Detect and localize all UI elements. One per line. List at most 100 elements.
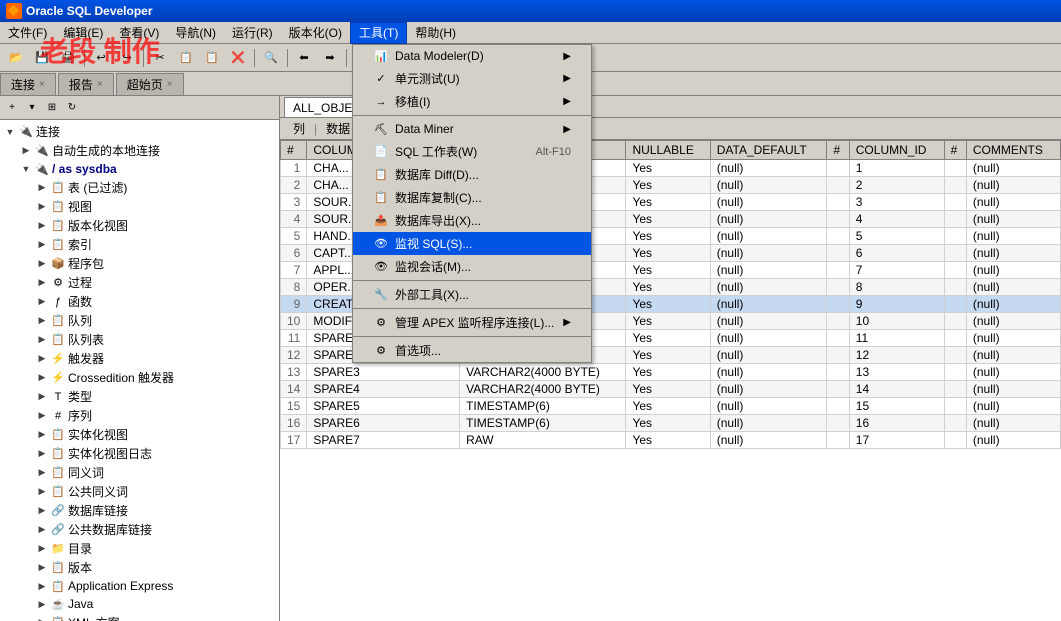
tree-views[interactable]: ▶ 📋 视图 [34, 197, 277, 216]
tree-pub-synonyms[interactable]: ▶ 📋 公共同义词 [34, 482, 277, 501]
table-row[interactable]: 16 SPARE6 TIMESTAMP(6) Yes (null) 16 (nu… [281, 415, 1061, 432]
tree-cross-triggers[interactable]: ▶ ⚡ Crossedition 触发器 [34, 368, 277, 387]
sub-tab-columns[interactable]: 列 [284, 119, 314, 139]
tab-close-connections[interactable]: × [39, 79, 45, 90]
toolbar-paste[interactable]: 📋 [200, 47, 224, 69]
menu-migration[interactable]: → 移植(I) ▶ [353, 90, 591, 113]
tree-mat-view-logs[interactable]: ▶ 📋 实体化视图日志 [34, 444, 277, 463]
menu-run[interactable]: 运行(R) [224, 22, 281, 44]
tree-sequences[interactable]: ▶ # 序列 [34, 406, 277, 425]
toolbar-cut[interactable]: ✂ [148, 47, 172, 69]
toolbar-new[interactable]: 📂 [4, 47, 28, 69]
tree-connections-root[interactable]: ▼ 🔌 连接 [2, 122, 277, 141]
table-row[interactable]: 13 SPARE3 VARCHAR2(4000 BYTE) Yes (null)… [281, 364, 1061, 381]
tree-versions[interactable]: ▶ 📋 版本 [34, 558, 277, 577]
menu-nav[interactable]: 导航(N) [167, 22, 224, 44]
sidebar-dropdown-btn[interactable]: ▾ [22, 99, 42, 117]
menu-external-tools[interactable]: 🔧 外部工具(X)... [353, 283, 591, 306]
tab-reports[interactable]: 报告 × [58, 73, 114, 95]
tree-queues[interactable]: ▶ 📋 队列 [34, 311, 277, 330]
data-modeler-icon: 📊 [373, 48, 389, 64]
menu-preferences[interactable]: ⚙ 首选项... [353, 339, 591, 362]
menu-sep-1 [353, 115, 591, 116]
tree-version-views[interactable]: ▶ 📋 版本化视图 [34, 216, 277, 235]
col-header-default[interactable]: DATA_DEFAULT [710, 141, 827, 160]
menu-monitor-sql[interactable]: 👁 监视 SQL(S)... [353, 232, 591, 255]
col-header-sort-icon: # [827, 141, 849, 160]
tree-triggers[interactable]: ▶ ⚡ 触发器 [34, 349, 277, 368]
toolbar-forward[interactable]: ➡ [318, 47, 342, 69]
external-tools-icon: 🔧 [373, 287, 389, 303]
tree-auto-conn[interactable]: ▶ 🔌 自动生成的本地连接 [18, 141, 277, 160]
table-row[interactable]: 17 SPARE7 RAW Yes (null) 17 (null) [281, 432, 1061, 449]
toolbar-sep-5 [346, 49, 347, 67]
tree-directories[interactable]: ▶ 📁 目录 [34, 539, 277, 558]
menu-version[interactable]: 版本化(O) [281, 22, 350, 44]
unit-test-icon: ✓ [373, 71, 389, 87]
tree-indexes[interactable]: ▶ 📋 索引 [34, 235, 277, 254]
menu-monitor-sessions[interactable]: 👁 监视会话(M)... [353, 255, 591, 278]
toolbar-copy[interactable]: 📋 [174, 47, 198, 69]
tree-java[interactable]: ▶ ☕ Java [34, 595, 277, 613]
menu-view[interactable]: 查看(V) [111, 22, 167, 44]
db-export-icon: 📤 [373, 213, 389, 229]
toolbar-redo[interactable]: ↪ [115, 47, 139, 69]
menu-unit-test[interactable]: ✓ 单元测试(U) ▶ [353, 67, 591, 90]
toolbar-sep-2 [143, 49, 144, 67]
menu-sep-3 [353, 308, 591, 309]
tab-connections[interactable]: 连接 × [0, 73, 56, 95]
tools-menu: 📊 Data Modeler(D) ▶ ✓ 单元测试(U) ▶ → 移植(I) … [352, 44, 592, 363]
tree-apex[interactable]: ▶ 📋 Application Express [34, 577, 277, 595]
col-header-num: # [281, 141, 307, 160]
table-row[interactable]: 14 SPARE4 VARCHAR2(4000 BYTE) Yes (null)… [281, 381, 1061, 398]
col-header-nullable[interactable]: NULLABLE [626, 141, 710, 160]
menu-db-diff[interactable]: 📋 数据库 Diff(D)... [353, 163, 591, 186]
menu-data-miner[interactable]: ⛏ Data Miner ▶ [353, 118, 591, 140]
tab-start[interactable]: 超始页 × [116, 73, 184, 95]
tree-tables[interactable]: ▶ 📋 表 (已过滤) [34, 178, 277, 197]
tree-sysdba-conn[interactable]: ▼ 🔌 / as sysdba [18, 160, 277, 178]
sql-worksheet-icon: 📄 [373, 144, 389, 160]
toolbar-print[interactable]: 🖨 [56, 47, 80, 69]
menu-db-export[interactable]: 📤 数据库导出(X)... [353, 209, 591, 232]
toolbar-find[interactable]: 🔍 [259, 47, 283, 69]
menu-tools[interactable]: 工具(T) [350, 22, 407, 44]
toolbar-back[interactable]: ⬅ [292, 47, 316, 69]
menu-sep-4 [353, 336, 591, 337]
tree-pub-db-links[interactable]: ▶ 🔗 公共数据库链接 [34, 520, 277, 539]
tab-close-start[interactable]: × [167, 79, 173, 90]
menu-apex-admin[interactable]: ⚙ 管理 APEX 监听程序连接(L)... ▶ [353, 311, 591, 334]
tab-close-reports[interactable]: × [97, 79, 103, 90]
apex-admin-icon: ⚙ [373, 315, 389, 331]
tree-functions[interactable]: ▶ ƒ 函数 [34, 292, 277, 311]
toolbar-save[interactable]: 💾 [30, 47, 54, 69]
data-miner-icon: ⛏ [373, 121, 389, 137]
col-header-comments[interactable]: COMMENTS [966, 141, 1060, 160]
toolbar-undo[interactable]: ↩ [89, 47, 113, 69]
menu-edit[interactable]: 编辑(E) [55, 22, 111, 44]
sidebar-filter-btn[interactable]: ⊞ [42, 99, 62, 117]
menu-data-modeler[interactable]: 📊 Data Modeler(D) ▶ [353, 45, 591, 67]
sidebar-refresh-btn[interactable]: ↻ [62, 99, 82, 117]
tree-types[interactable]: ▶ T 类型 [34, 387, 277, 406]
tree-packages[interactable]: ▶ 📦 程序包 [34, 254, 277, 273]
menu-file[interactable]: 文件(F) [0, 22, 55, 44]
sidebar-toolbar: + ▾ ⊞ ↻ [0, 96, 279, 120]
app-title: Oracle SQL Developer [26, 4, 153, 18]
menu-db-copy[interactable]: 📋 数据库复制(C)... [353, 186, 591, 209]
toolbar-sep-4 [287, 49, 288, 67]
toolbar-delete[interactable]: ❌ [226, 47, 250, 69]
tree-queue-tables[interactable]: ▶ 📋 队列表 [34, 330, 277, 349]
db-diff-icon: 📋 [373, 167, 389, 183]
tree-procedures[interactable]: ▶ ⚙ 过程 [34, 273, 277, 292]
tree-mat-views[interactable]: ▶ 📋 实体化视图 [34, 425, 277, 444]
menu-help[interactable]: 帮助(H) [407, 22, 464, 44]
tree-db-links[interactable]: ▶ 🔗 数据库链接 [34, 501, 277, 520]
col-header-col-id[interactable]: COLUMN_ID [849, 141, 944, 160]
tree-synonyms[interactable]: ▶ 📋 同义词 [34, 463, 277, 482]
table-row[interactable]: 15 SPARE5 TIMESTAMP(6) Yes (null) 15 (nu… [281, 398, 1061, 415]
sidebar-add-btn[interactable]: + [2, 99, 22, 117]
monitor-sql-icon: 👁 [373, 236, 389, 252]
tree-xml-schema[interactable]: ▶ 📋 XML 方案 [34, 613, 277, 621]
menu-sql-worksheet[interactable]: 📄 SQL 工作表(W) Alt-F10 [353, 140, 591, 163]
